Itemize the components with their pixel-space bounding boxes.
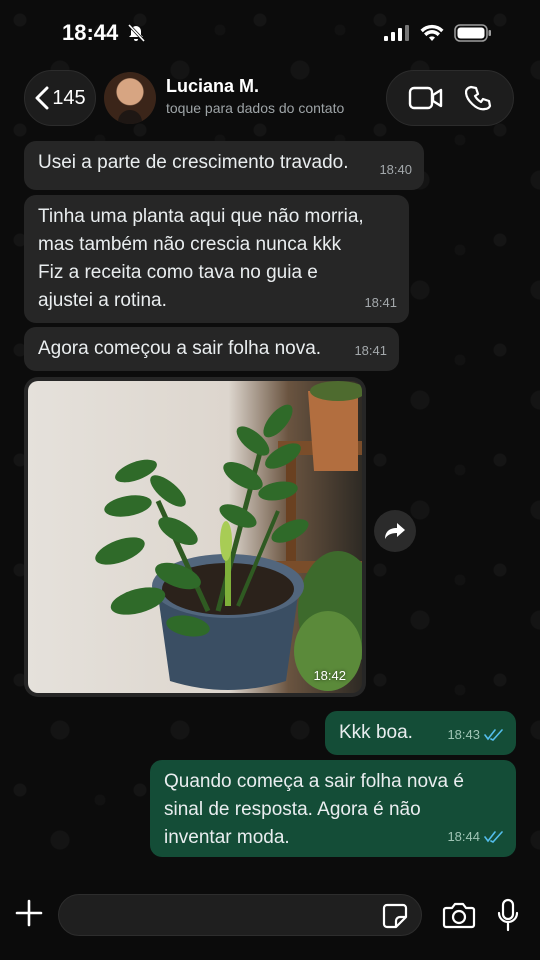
sticker-icon[interactable] [382, 903, 408, 929]
message-time-wrap: 18:43 [447, 721, 504, 749]
message-line: Fiz a receita como tava no guia e [38, 262, 318, 283]
plus-icon[interactable] [14, 898, 44, 928]
plant-illustration [95, 381, 362, 691]
contact-subtitle: toque para dados do contato [166, 100, 345, 116]
contact-name: Luciana M. [166, 76, 260, 96]
unread-count: 145 [52, 86, 86, 109]
message-time: 18:44 [447, 829, 480, 844]
message-input[interactable] [58, 894, 422, 936]
message-time: 18:41 [354, 343, 387, 358]
chat-header: 145 Luciana M. toque para dados do conta… [0, 70, 540, 126]
message-time: 18:43 [447, 727, 480, 742]
message-bubble-incoming[interactable]: Tinha uma planta aqui que não morria, ma… [24, 195, 409, 323]
battery-icon [454, 24, 491, 42]
message-composer [0, 880, 540, 960]
message-bubble-incoming[interactable]: Agora começou a sair folha nova. 18:41 [24, 327, 399, 371]
message-time: 18:42 [313, 668, 346, 683]
bell-muted-icon [128, 23, 146, 43]
potted-plant-photo[interactable]: 18:42 [28, 381, 362, 693]
message-text: Kkk boa. [339, 722, 413, 743]
forward-button[interactable] [374, 510, 416, 552]
wifi-icon [420, 24, 444, 41]
message-text: Usei a parte de crescimento travado. [38, 152, 349, 173]
read-double-check-icon [484, 831, 503, 843]
contact-avatar[interactable] [104, 72, 156, 124]
message-line: sinal de resposta. Agora é não [164, 799, 421, 820]
phone-call-icon[interactable] [464, 84, 493, 112]
forward-arrow-icon [385, 523, 405, 539]
read-double-check-icon [484, 729, 503, 741]
cellular-signal-icon [384, 25, 409, 41]
contact-info[interactable]: Luciana M. toque para dados do contato [166, 76, 344, 116]
message-bubble-outgoing[interactable]: Quando começa a sair folha nova é sinal … [150, 760, 516, 857]
microphone-icon[interactable] [496, 898, 520, 932]
message-text: Agora começou a sair folha nova. [38, 338, 322, 359]
status-bar: 18:44 [0, 0, 540, 66]
status-icons [384, 24, 492, 42]
chevron-left-icon [35, 86, 49, 110]
status-time-wrap: 18:44 [62, 20, 146, 46]
message-line: mas também não crescia nunca kkk [38, 234, 342, 255]
back-button[interactable]: 145 [24, 70, 96, 126]
call-actions [386, 70, 514, 126]
status-time: 18:44 [62, 20, 119, 45]
message-line: ajustei a rotina. [38, 290, 167, 311]
message-bubble-outgoing[interactable]: Kkk boa. 18:43 [325, 711, 516, 755]
message-line: Tinha uma planta aqui que não morria, [38, 206, 364, 227]
message-time: 18:41 [364, 295, 397, 310]
message-bubble-incoming[interactable]: Usei a parte de crescimento travado. 18:… [24, 141, 424, 190]
message-time: 18:40 [379, 162, 412, 177]
video-call-icon[interactable] [408, 85, 444, 111]
message-line: Quando começa a sair folha nova é [164, 771, 464, 792]
image-message-bubble[interactable]: 18:42 [24, 377, 366, 697]
message-time-wrap: 18:44 [447, 823, 504, 851]
camera-icon[interactable] [442, 900, 476, 930]
